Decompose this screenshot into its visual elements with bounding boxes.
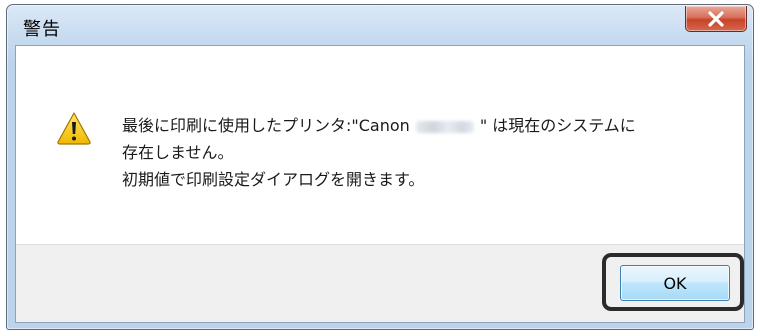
ok-button[interactable]: OK <box>620 265 730 301</box>
title-bar[interactable]: 警告 <box>7 5 753 45</box>
message-line-1-start: 最後に印刷に使用したプリンタ:"Canon <box>122 116 410 135</box>
close-button[interactable] <box>685 6 747 32</box>
warning-dialog: 警告 最後に印刷に使用したプリンタ:"Canon " は現在のシステムに 存在し… <box>6 4 754 330</box>
dialog-title: 警告 <box>23 19 61 40</box>
redacted-printer-model <box>415 120 474 133</box>
warning-message: 最後に印刷に使用したプリンタ:"Canon " は現在のシステムに 存在しません。… <box>122 112 636 193</box>
message-line-1: 最後に印刷に使用したプリンタ:"Canon " は現在のシステムに <box>122 112 636 139</box>
close-icon <box>707 10 725 27</box>
button-bar: OK <box>16 244 744 322</box>
dialog-body: 最後に印刷に使用したプリンタ:"Canon " は現在のシステムに 存在しません。… <box>15 45 745 323</box>
warning-icon <box>56 111 92 145</box>
message-line-2: 存在しません。 <box>122 143 234 162</box>
message-line-1-end: " は現在のシステムに <box>479 116 636 135</box>
message-line-3: 初期値で印刷設定ダイアログを開きます。 <box>122 170 425 189</box>
message-area: 最後に印刷に使用したプリンタ:"Canon " は現在のシステムに 存在しません。… <box>16 46 744 244</box>
